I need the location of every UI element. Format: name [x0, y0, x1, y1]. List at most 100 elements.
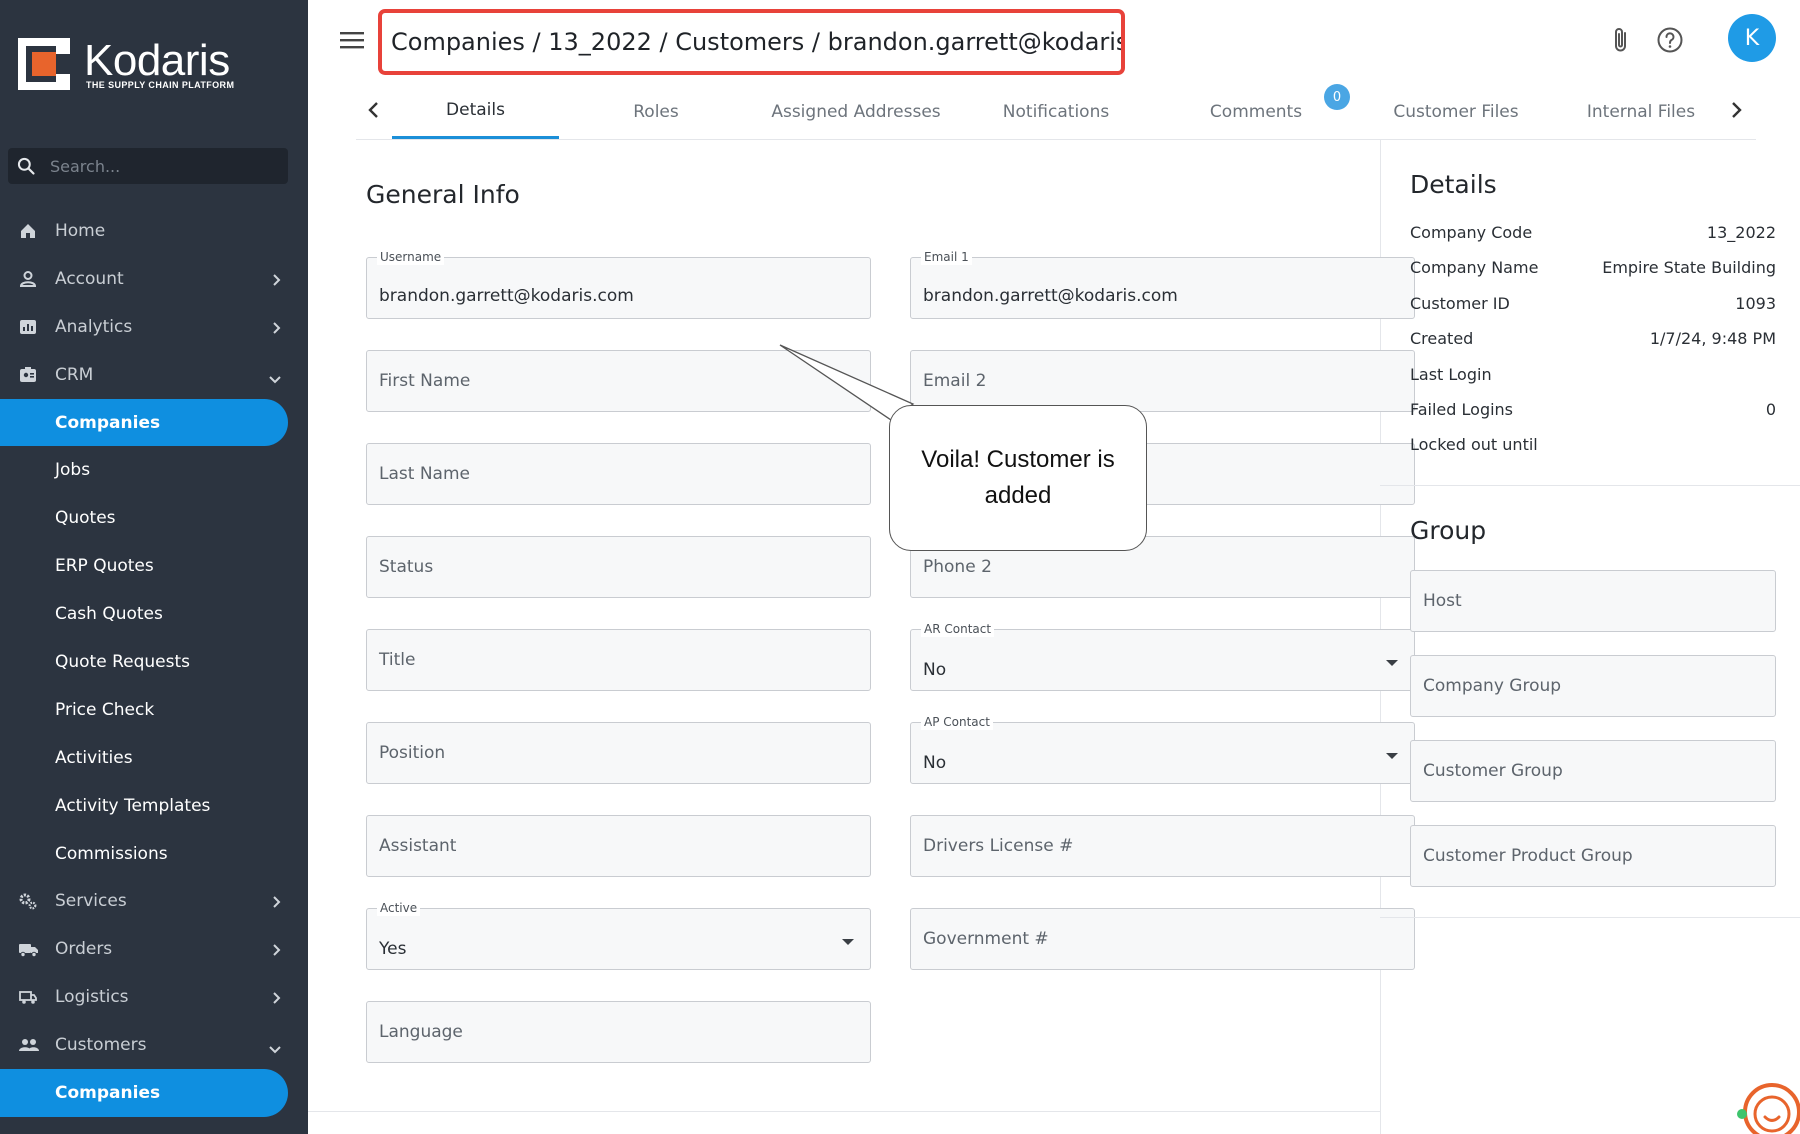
header-actions: K: [1606, 14, 1776, 66]
drivers-license-field[interactable]: Drivers License #: [910, 815, 1415, 877]
field-placeholder: Customer Group: [1423, 761, 1563, 781]
sidebar-item-cash-quotes[interactable]: Cash Quotes: [0, 590, 308, 638]
caret-down-icon[interactable]: [1386, 660, 1398, 666]
email-2-field[interactable]: Email 2: [910, 350, 1415, 412]
sidebar-item-label: Quotes: [55, 508, 116, 529]
sidebar-item-label: Orders: [55, 939, 113, 960]
assistant-field[interactable]: Assistant: [366, 815, 871, 877]
caret-down-icon[interactable]: [1386, 753, 1398, 759]
home-icon: [18, 221, 38, 241]
host-field[interactable]: Host: [1410, 570, 1776, 632]
details-value: Empire State Building: [1602, 258, 1776, 278]
search-input[interactable]: [50, 148, 280, 184]
details-row: Failed Logins 0: [1410, 400, 1776, 424]
tab-internal-files[interactable]: Internal Files: [1556, 84, 1726, 139]
chevron-down-icon: [268, 1040, 282, 1060]
field-placeholder: Last Name: [379, 464, 470, 484]
sidebar-item-price-check[interactable]: Price Check: [0, 686, 308, 734]
sidebar-item-companies[interactable]: Companies: [0, 398, 288, 447]
kodaris-logo[interactable]: Kodaris THE SUPPLY CHAIN PLATFORM: [18, 36, 248, 98]
sidebar-item-label: Home: [55, 220, 106, 241]
sidebar-item-label: Activities: [55, 747, 133, 768]
logo-text: Kodaris: [84, 36, 230, 85]
tab-roles[interactable]: Roles: [556, 84, 756, 139]
chevron-down-icon: [268, 370, 282, 390]
chevron-right-icon: [272, 320, 282, 340]
people-icon: [18, 1035, 39, 1055]
details-value: 1/7/24, 9:48 PM: [1649, 329, 1776, 349]
tab-bar: Details Roles Assigned Addresses Notificati…: [356, 84, 1756, 140]
sidebar-item-label: Analytics: [55, 316, 133, 337]
chevron-right-icon: [272, 272, 282, 292]
ar-contact-field[interactable]: AR Contact No: [910, 621, 1415, 691]
details-key: Company Name: [1410, 258, 1539, 278]
sidebar-item-analytics[interactable]: Analytics: [0, 303, 308, 351]
tab-scroll-left-icon[interactable]: [366, 100, 382, 120]
sidebar-item-erp-quotes[interactable]: ERP Quotes: [0, 542, 308, 590]
chevron-right-icon: [272, 942, 282, 962]
chat-support-icon[interactable]: [1732, 1076, 1800, 1134]
field-label: AP Contact: [921, 714, 993, 730]
sidebar-item-orders[interactable]: Orders: [0, 925, 308, 973]
sidebar-search[interactable]: [8, 148, 288, 184]
email-1-field[interactable]: Email 1 brandon.garrett@kodaris.com: [910, 249, 1415, 319]
sidebar-item-account[interactable]: Account: [0, 255, 308, 303]
tab-scroll-right-icon[interactable]: [1728, 100, 1744, 120]
field-placeholder: Customer Product Group: [1423, 846, 1633, 866]
username-field[interactable]: Username brandon.garrett@kodaris.com: [366, 249, 871, 319]
breadcrumb: Companies / 13_2022 / Customers / brando…: [378, 9, 1125, 75]
sidebar-item-label: CRM: [55, 364, 94, 385]
sidebar-item-label: Price Check: [55, 699, 155, 720]
tab-assigned-addresses[interactable]: Assigned Addresses: [756, 84, 956, 139]
chevron-right-icon: [272, 990, 282, 1010]
sidebar-item-activity-templates[interactable]: Activity Templates: [0, 782, 308, 830]
sidebar-item-commissions[interactable]: Commissions: [0, 830, 308, 878]
last-name-field[interactable]: Last Name: [366, 443, 871, 505]
details-row: Company Name Empire State Building: [1410, 258, 1776, 282]
sidebar-item-customers[interactable]: Customers: [0, 1021, 308, 1069]
services-icon: [18, 891, 38, 911]
sidebar-item-activities[interactable]: Activities: [0, 734, 308, 782]
sidebar-item-jobs[interactable]: Jobs: [0, 446, 308, 494]
field-label: Email 1: [921, 249, 972, 265]
sidebar-item-label: Activity Templates: [55, 795, 211, 816]
sidebar-item-home[interactable]: Home: [0, 207, 308, 255]
tab-customer-files[interactable]: Customer Files: [1356, 84, 1556, 139]
field-placeholder: Position: [379, 743, 446, 763]
sidebar-item-quote-requests[interactable]: Quote Requests: [0, 638, 308, 686]
details-key: Customer ID: [1410, 293, 1510, 313]
language-field[interactable]: Language: [366, 1001, 871, 1063]
customer-product-group-field[interactable]: Customer Product Group: [1410, 825, 1776, 887]
sidebar-item-label: Account: [55, 268, 124, 289]
help-icon[interactable]: [1656, 26, 1684, 54]
attachment-icon[interactable]: [1612, 26, 1630, 54]
sidebar-item-crm[interactable]: CRM: [0, 351, 308, 399]
title-field[interactable]: Title: [366, 629, 871, 691]
analytics-icon: [18, 317, 38, 337]
sidebar-item-logistics[interactable]: Logistics: [0, 973, 308, 1021]
field-placeholder: First Name: [379, 371, 471, 391]
field-label: Active: [377, 900, 421, 916]
caret-down-icon[interactable]: [842, 939, 854, 945]
active-field[interactable]: Active Yes: [366, 900, 871, 970]
status-field[interactable]: Status: [366, 536, 871, 598]
search-icon: [17, 157, 35, 175]
kodaris-logo-mark: [18, 38, 70, 90]
tab-notifications[interactable]: Notifications: [956, 84, 1156, 139]
details-row: Customer ID 1093: [1410, 294, 1776, 318]
position-field[interactable]: Position: [366, 722, 871, 784]
tab-details[interactable]: Details: [392, 84, 559, 139]
sidebar-item-quotes[interactable]: Quotes: [0, 494, 308, 542]
details-row: Last Login: [1410, 365, 1776, 389]
sidebar-item-services[interactable]: Services: [0, 877, 308, 925]
hamburger-menu-icon[interactable]: [340, 30, 364, 50]
government-field[interactable]: Government #: [910, 908, 1415, 970]
sidebar-item-label: Companies: [55, 1082, 161, 1103]
customer-group-field[interactable]: Customer Group: [1410, 740, 1776, 802]
details-key: Company Code: [1410, 223, 1533, 242]
user-avatar[interactable]: K: [1728, 14, 1776, 62]
sidebar: Kodaris THE SUPPLY CHAIN PLATFORM Home Ac…: [0, 0, 308, 1134]
sidebar-item-companies[interactable]: Companies: [0, 1069, 288, 1117]
ap-contact-field[interactable]: AP Contact No: [910, 714, 1415, 784]
company-group-field[interactable]: Company Group: [1410, 655, 1776, 717]
